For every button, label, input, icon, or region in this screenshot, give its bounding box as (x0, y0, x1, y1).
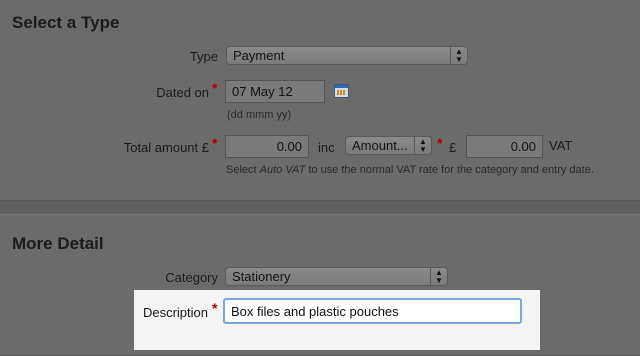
dated-on-label: Dated on (156, 85, 209, 100)
select-arrows-icon: ▲ ▼ (414, 137, 431, 154)
total-amount-label: Total amount £ (123, 140, 209, 155)
select-arrows-icon: ▲ ▼ (450, 47, 467, 64)
inc-label: inc (318, 140, 335, 155)
category-select-value: Stationery (232, 269, 291, 284)
dated-on-input[interactable]: 07 May 12 (225, 80, 325, 103)
select-arrows-icon: ▲ ▼ (430, 268, 447, 285)
description-label: Description (142, 305, 208, 320)
section-title-select-type: Select a Type (12, 13, 120, 32)
vat-amount-input[interactable]: 0.00 (466, 135, 543, 158)
required-marker: * (212, 80, 218, 96)
amount-mode-select[interactable]: Amount... ▲ ▼ (345, 136, 432, 155)
category-select[interactable]: Stationery ▲ ▼ (225, 267, 448, 286)
auto-vat-hint: Select Auto VAT to use the normal VAT ra… (226, 164, 594, 176)
type-select[interactable]: Payment ▲ ▼ (226, 46, 468, 65)
type-select-value: Payment (233, 48, 285, 63)
vat-currency-label: £ (449, 140, 457, 155)
date-format-hint: (dd mmm yy) (227, 109, 292, 121)
required-marker: * (212, 300, 218, 316)
required-marker: * (212, 135, 218, 151)
type-label: Type (189, 49, 218, 64)
section-title-more-detail: More Detail (12, 234, 104, 253)
required-marker: * (437, 135, 443, 151)
amount-mode-value: Amount... (352, 138, 408, 153)
category-label: Category (165, 270, 218, 285)
calendar-icon[interactable] (334, 84, 349, 98)
vat-label: VAT (549, 138, 573, 153)
total-amount-input[interactable]: 0.00 (225, 135, 309, 158)
description-input[interactable]: Box files and plastic pouches (223, 298, 522, 324)
